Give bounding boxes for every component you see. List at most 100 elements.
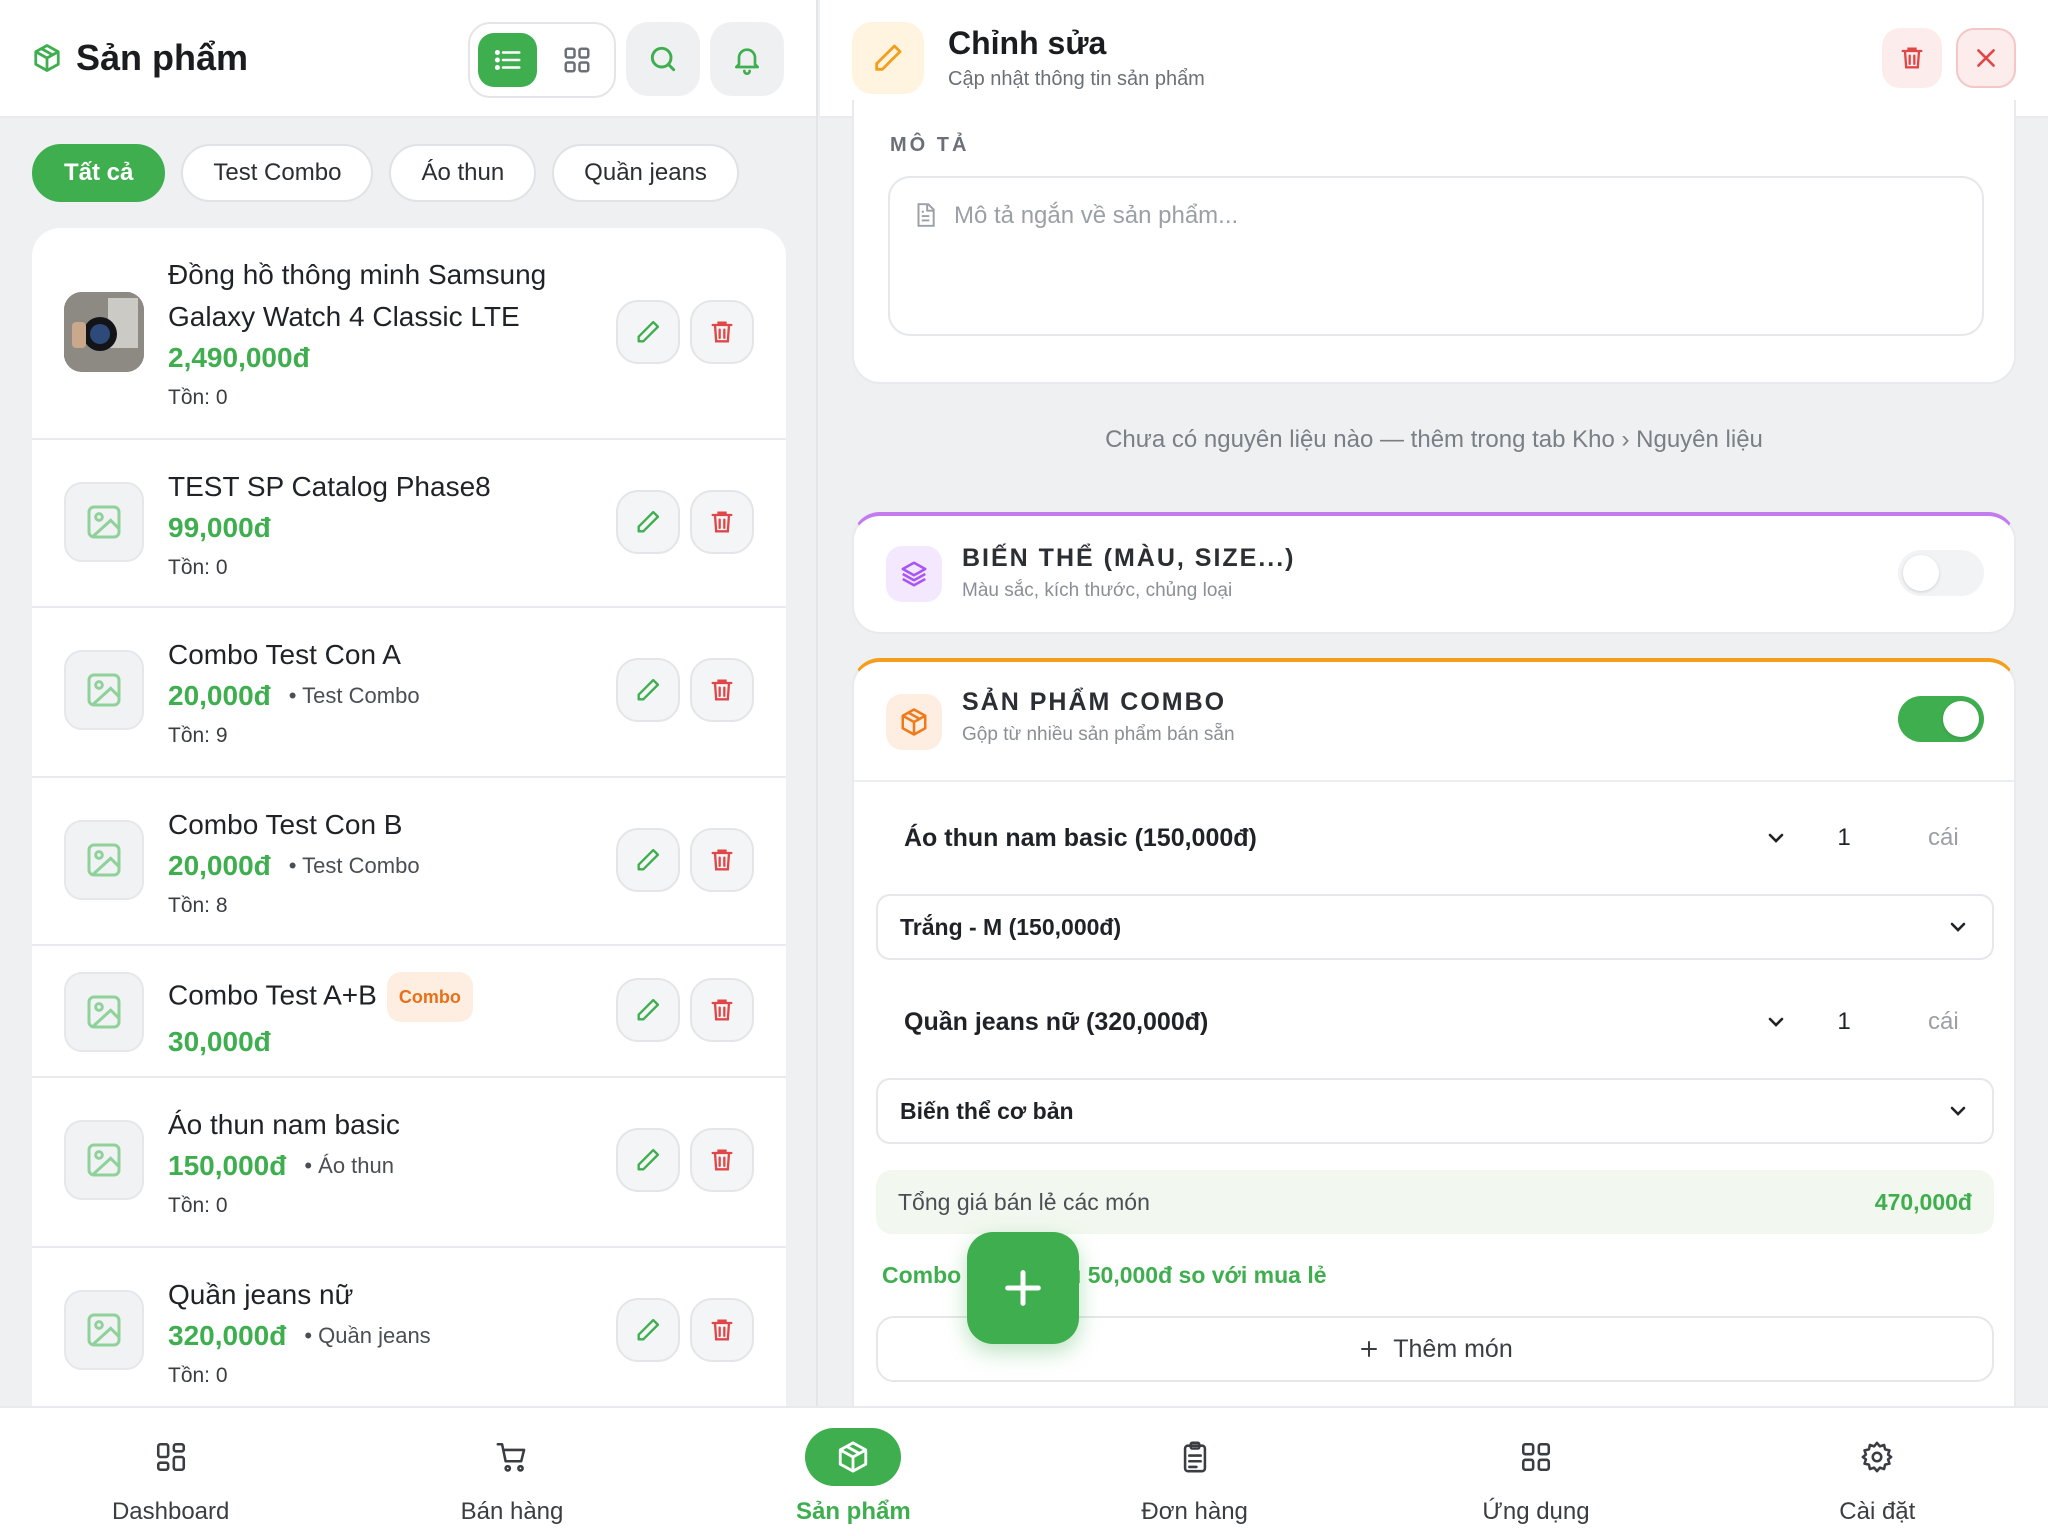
view-toggle <box>468 22 616 98</box>
page-title-text: Sản phẩm <box>76 37 249 78</box>
product-name: Combo Test Con B <box>168 809 403 840</box>
product-item[interactable]: Combo Test Con B 20,000đ Test Combo Tồn: … <box>32 778 786 946</box>
product-name: Áo thun nam basic <box>168 1109 400 1140</box>
description-input[interactable]: Mô tả ngắn về sản phẩm... <box>888 176 1984 336</box>
nav-label: Ứng dụng <box>1482 1498 1590 1525</box>
image-placeholder-icon <box>87 673 121 707</box>
delete-button[interactable] <box>690 490 754 554</box>
product-stock: Tồn: 0 <box>168 1194 228 1217</box>
product-category: Test Combo <box>289 853 419 879</box>
add-combo-item-label: Thêm món <box>1393 1334 1513 1363</box>
pencil-icon <box>637 1318 660 1341</box>
combo-toggle[interactable] <box>1898 696 1984 742</box>
edit-button[interactable] <box>616 658 680 722</box>
combo-variant-select[interactable]: Trắng - M (150,000đ) <box>876 894 1994 960</box>
edit-button[interactable] <box>616 978 680 1042</box>
nav-label: Đơn hàng <box>1141 1498 1248 1525</box>
trash-icon <box>711 321 733 343</box>
pencil-icon <box>637 510 660 533</box>
product-item[interactable]: Áo thun nam basic 150,000đ Áo thun Tồn: 0 <box>32 1078 786 1248</box>
trash-icon <box>711 849 733 871</box>
page-title: Sản phẩm <box>32 37 248 79</box>
image-placeholder-icon <box>87 1143 121 1177</box>
edit-button[interactable] <box>616 300 680 364</box>
trash-icon <box>711 1149 733 1171</box>
combo-total: Tổng giá bán lẻ các món 470,000đ <box>876 1170 1994 1234</box>
cart-icon <box>496 1442 526 1472</box>
nav-dashboard[interactable]: Dashboard <box>0 1408 341 1536</box>
delete-button[interactable] <box>690 978 754 1042</box>
product-thumbnail <box>64 972 144 1052</box>
combo-product-select[interactable]: Áo thun nam basic (150,000đ) <box>904 824 1764 853</box>
product-item[interactable]: Combo Test A+B Combo 30,000đ <box>32 946 786 1078</box>
nav-san-pham[interactable]: Sản phẩm <box>683 1408 1024 1536</box>
edit-button[interactable] <box>616 1298 680 1362</box>
nav-label: Dashboard <box>111 1498 230 1525</box>
chevron-down-icon[interactable] <box>1764 826 1804 850</box>
list-icon <box>494 50 520 70</box>
product-thumbnail <box>64 1290 144 1370</box>
delete-button[interactable] <box>690 1298 754 1362</box>
edit-button[interactable] <box>616 1128 680 1192</box>
add-product-fab[interactable] <box>967 1232 1079 1344</box>
chip-ao-thun[interactable]: Áo thun <box>389 144 537 202</box>
chevron-down-icon[interactable] <box>1764 1010 1804 1034</box>
product-stock: Tồn: 9 <box>168 724 228 747</box>
nav-cai-dat[interactable]: Cài đặt <box>1707 1408 2048 1536</box>
combo-product-select[interactable]: Quần jeans nữ (320,000đ) <box>904 1008 1764 1037</box>
trash-icon <box>1901 47 1923 69</box>
combo-variant-value: Biến thể cơ bản <box>900 1097 1074 1124</box>
trash-icon <box>711 679 733 701</box>
edit-button[interactable] <box>616 490 680 554</box>
delete-button[interactable] <box>690 658 754 722</box>
product-item[interactable]: TEST SP Catalog Phase8 99,000đ Tồn: 0 <box>32 440 786 608</box>
chip-test-combo[interactable]: Test Combo <box>181 144 374 202</box>
plus-icon <box>1005 1270 1041 1306</box>
nav-label: Cài đặt <box>1839 1498 1916 1525</box>
nav-ung-dung[interactable]: Ứng dụng <box>1365 1408 1706 1536</box>
close-button[interactable] <box>1956 28 2016 88</box>
search-icon <box>650 46 676 72</box>
clipboard-icon <box>1183 1441 1206 1473</box>
delete-button[interactable] <box>690 828 754 892</box>
combo-item-row: Áo thun nam basic (150,000đ) 1 cái <box>904 808 1994 868</box>
nav-ban-hang[interactable]: Bán hàng <box>341 1408 682 1536</box>
product-item[interactable]: Đồng hồ thông minh Samsung Galaxy Watch … <box>32 228 786 440</box>
product-item[interactable]: Combo Test Con A 20,000đ Test Combo Tồn: … <box>32 608 786 778</box>
product-stock: Tồn: 8 <box>168 894 228 917</box>
product-thumbnail <box>64 820 144 900</box>
notification-button[interactable] <box>710 22 784 96</box>
delete-button[interactable] <box>690 300 754 364</box>
product-thumbnail <box>64 292 144 372</box>
delete-product-button[interactable] <box>1882 28 1942 88</box>
image-placeholder-icon <box>87 843 121 877</box>
combo-variant-select[interactable]: Biến thể cơ bản <box>876 1078 1994 1144</box>
chip-all[interactable]: Tất cả <box>32 144 166 202</box>
list-view-button[interactable] <box>478 33 537 87</box>
product-stock: Tồn: 0 <box>168 556 228 579</box>
combo-total-value: 470,000đ <box>1874 1188 1972 1215</box>
grid-view-button[interactable] <box>547 33 606 87</box>
edit-product-panel: Chỉnh sửa Cập nhật thông tin sản phẩm MÔ… <box>820 0 2048 1406</box>
combo-qty-input[interactable]: 1 <box>1804 1008 1884 1036</box>
search-button[interactable] <box>626 22 700 96</box>
layers-icon <box>886 546 942 602</box>
product-name: Quần jeans nữ <box>168 1279 354 1310</box>
description-card: MÔ TẢ Mô tả ngắn về sản phẩm... <box>852 100 2016 384</box>
description-label: MÔ TẢ <box>890 134 970 156</box>
variants-toggle[interactable] <box>1898 550 1984 596</box>
edit-button[interactable] <box>616 828 680 892</box>
nav-don-hang[interactable]: Đơn hàng <box>1024 1408 1365 1536</box>
bottom-nav: Dashboard Bán hàng Sản phẩm Đơn hàng Ứng… <box>0 1406 2048 1536</box>
combo-qty-input[interactable]: 1 <box>1804 824 1884 852</box>
plus-icon <box>1361 1341 1378 1357</box>
trash-icon <box>711 511 733 533</box>
ingredients-empty-note: Chưa có nguyên liệu nào — thêm trong tab… <box>1105 426 1763 453</box>
combo-title: SẢN PHẨM COMBO <box>962 688 1227 716</box>
product-item[interactable]: Quần jeans nữ 320,000đ Quần jeans Tồn: 0 <box>32 1248 786 1406</box>
close-icon <box>1977 49 1995 67</box>
product-thumbnail <box>64 650 144 730</box>
product-stock: Tồn: 0 <box>168 1364 228 1387</box>
delete-button[interactable] <box>690 1128 754 1192</box>
chip-quan-jeans[interactable]: Quần jeans <box>552 144 739 202</box>
